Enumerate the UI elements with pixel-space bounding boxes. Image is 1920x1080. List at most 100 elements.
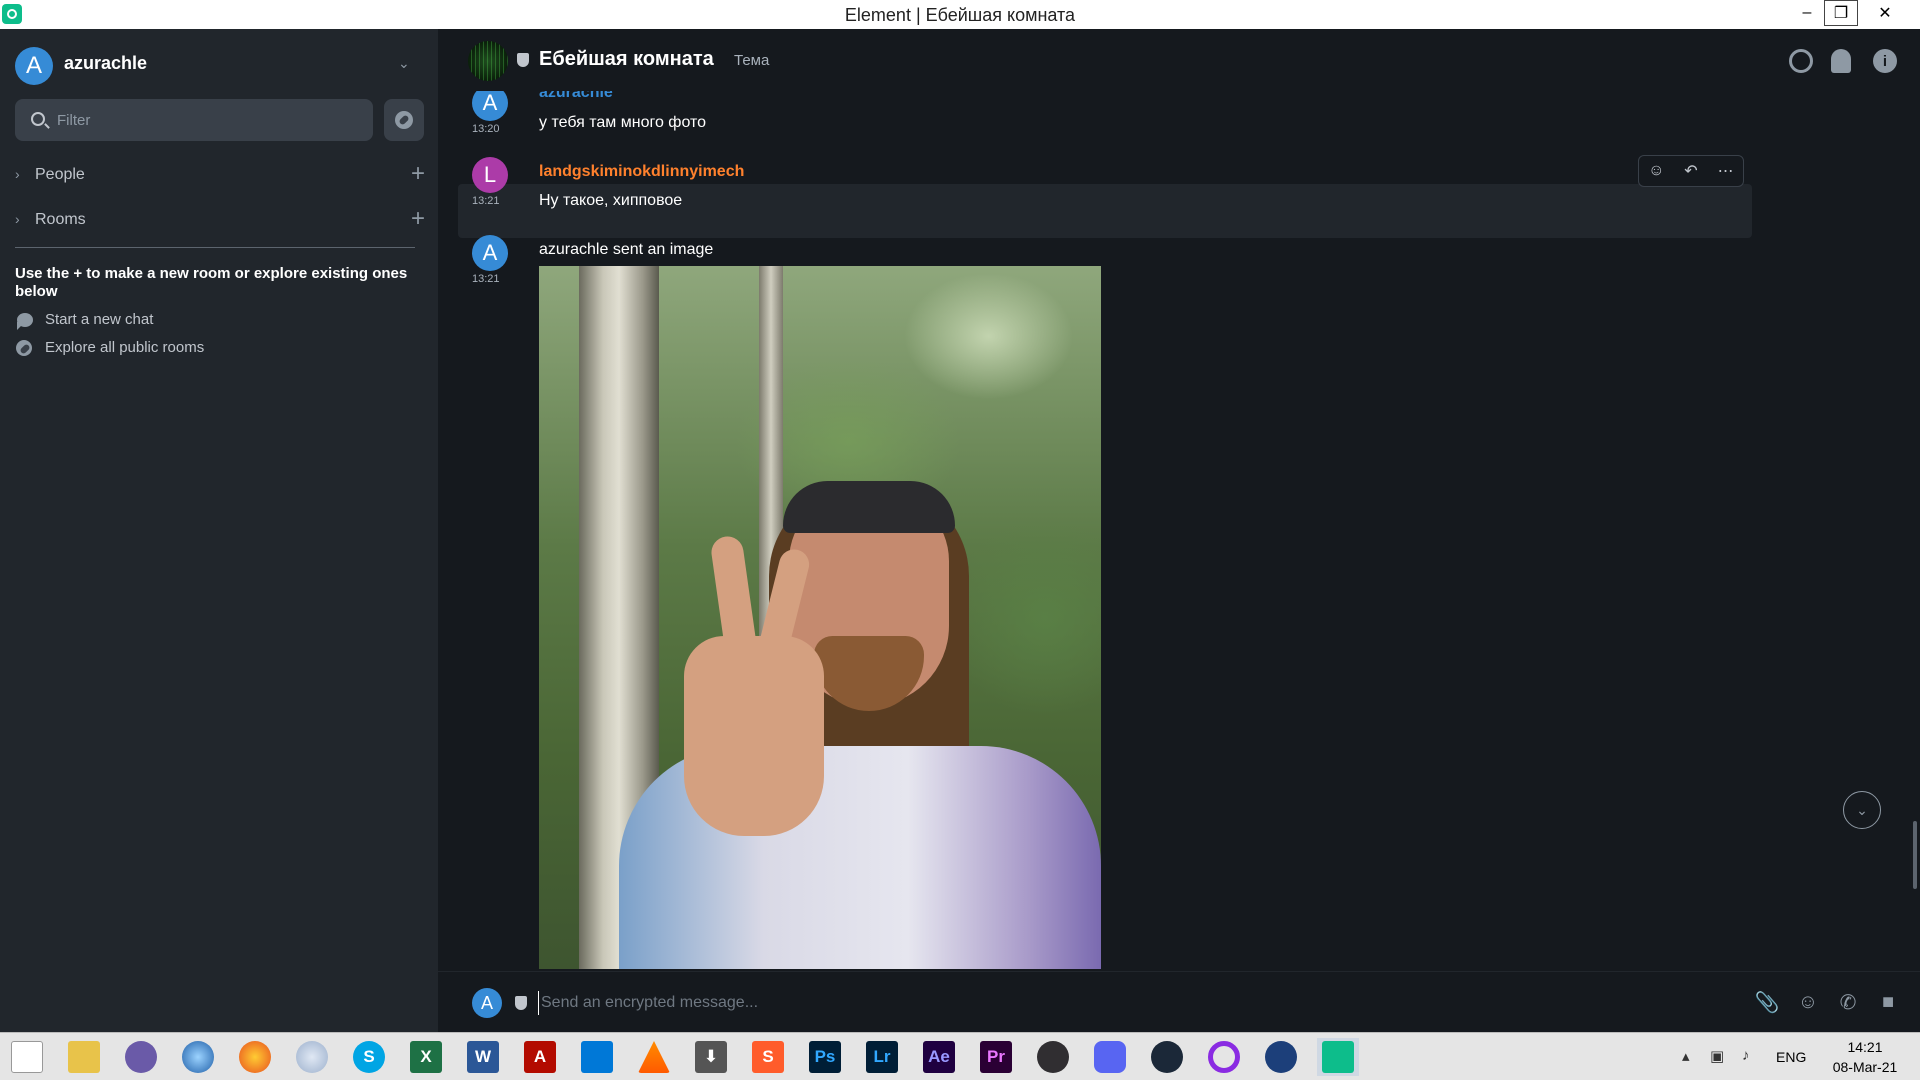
taskbar-app[interactable] (1317, 1038, 1359, 1076)
windows-taskbar: S X W A ⬇ S Ps Lr Ae Pr ▴ ▣ ♪ ENG 14:21 08-Mar-21 (0, 1032, 1920, 1080)
taskbar-app[interactable] (234, 1038, 276, 1076)
encryption-shield-icon (515, 996, 527, 1010)
user-name[interactable]: azurachle (64, 53, 147, 74)
download-icon: ⬇ (695, 1041, 727, 1073)
start-new-chat-link[interactable]: Start a new chat (15, 309, 415, 333)
chevron-right-icon[interactable]: › (15, 211, 20, 227)
sender-avatar[interactable]: A (472, 235, 508, 271)
windows-start-icon (11, 1041, 43, 1073)
sender-avatar[interactable]: L (472, 157, 508, 193)
start-new-chat-label[interactable]: Start a new chat (45, 311, 153, 328)
taskbar-app[interactable]: X (405, 1038, 447, 1076)
paperclip-icon[interactable]: 📎 (1755, 990, 1780, 1014)
taskbar-app[interactable] (633, 1038, 675, 1076)
section-people[interactable]: › People + (15, 160, 425, 190)
options-icon[interactable]: ⋯ (1708, 156, 1743, 186)
minimize-button[interactable]: – (1790, 0, 1824, 26)
taskbar-app[interactable]: Lr (861, 1038, 903, 1076)
lightroom-icon: Lr (866, 1041, 898, 1073)
react-icon[interactable]: ☺ (1639, 156, 1674, 186)
chevron-right-icon[interactable]: › (15, 166, 20, 182)
taskbar-app[interactable] (1260, 1038, 1302, 1076)
network-icon[interactable]: ▣ (1710, 1047, 1724, 1065)
explore-public-rooms-label[interactable]: Explore all public rooms (45, 339, 204, 356)
cortana-ring-icon (1208, 1041, 1240, 1073)
room-name[interactable]: Ебейшая комната (539, 48, 714, 71)
photo-hand (684, 636, 824, 836)
image-attachment[interactable] (539, 266, 1101, 969)
photoshop-icon: Ps (809, 1041, 841, 1073)
vpn-lock-icon (1265, 1041, 1297, 1073)
taskbar-app[interactable] (291, 1038, 333, 1076)
taskbar-app[interactable]: S (348, 1038, 390, 1076)
vlc-icon (638, 1041, 670, 1073)
compass-icon (16, 340, 32, 356)
voice-call-icon[interactable]: ✆ (1836, 990, 1860, 1014)
sender-name[interactable]: azurachle (539, 91, 613, 102)
message-timestamp[interactable]: 13:21 (472, 273, 500, 285)
tray-overflow-arrow-icon[interactable]: ▴ (1682, 1047, 1690, 1065)
jump-to-bottom-button[interactable]: ⌄ (1843, 791, 1881, 829)
taskbar-app[interactable] (1032, 1038, 1074, 1076)
excel-icon: X (410, 1041, 442, 1073)
compass-icon (395, 111, 413, 129)
message-body: у тебя там много фото (539, 114, 707, 131)
input-language[interactable]: ENG (1776, 1049, 1806, 1065)
info-icon[interactable]: i (1873, 49, 1897, 73)
user-avatar[interactable]: A (15, 47, 53, 85)
sender-name[interactable]: landgskiminokdlinnyimech (539, 163, 744, 181)
explore-public-rooms-link[interactable]: Explore all public rooms (15, 337, 415, 361)
taskbar-app[interactable] (576, 1038, 618, 1076)
message-timestamp[interactable]: 13:20 (472, 123, 500, 135)
timeline-scrollbar[interactable] (1913, 821, 1917, 889)
taskbar-app[interactable] (63, 1038, 105, 1076)
section-people-label[interactable]: People (35, 166, 85, 184)
bell-icon[interactable] (1831, 49, 1851, 73)
add-room-button[interactable]: + (411, 205, 425, 233)
message-timestamp[interactable]: 13:21 (472, 195, 500, 207)
taskbar-app[interactable]: Ps (804, 1038, 846, 1076)
word-icon: W (467, 1041, 499, 1073)
taskbar-app[interactable] (1089, 1038, 1131, 1076)
skype-icon: S (353, 1041, 385, 1073)
taskbar-app[interactable]: S (747, 1038, 789, 1076)
close-button[interactable]: ✕ (1868, 0, 1902, 26)
sender-avatar[interactable]: A (472, 91, 508, 121)
taskbar-app[interactable]: Ae (918, 1038, 960, 1076)
taskbar-app[interactable] (6, 1038, 48, 1076)
taskbar-app[interactable] (120, 1038, 162, 1076)
volume-icon[interactable]: ♪ (1742, 1047, 1750, 1064)
taskbar-app[interactable] (1146, 1038, 1188, 1076)
clock-date[interactable]: 08-Mar-21 (1822, 1059, 1908, 1075)
taskbar-app[interactable]: ⬇ (690, 1038, 732, 1076)
explore-rooms-button[interactable] (384, 99, 424, 141)
room-view: Ебейшая комната Тема i A azurachle 13:20… (438, 29, 1920, 1032)
taskbar-app[interactable]: W (462, 1038, 504, 1076)
reply-icon[interactable]: ↶ (1674, 156, 1709, 186)
room-avatar[interactable] (468, 41, 508, 81)
obs-icon (1037, 1041, 1069, 1073)
search-icon[interactable] (1789, 49, 1813, 73)
emoji-icon[interactable]: ☺ (1796, 990, 1820, 1014)
search-icon (31, 112, 45, 126)
message-input[interactable] (538, 991, 1438, 1015)
filter-input[interactable] (57, 110, 357, 130)
room-topic[interactable]: Тема (734, 52, 769, 69)
filter-box[interactable] (15, 99, 373, 141)
composer-avatar[interactable]: A (472, 988, 502, 1018)
element-icon (1322, 1041, 1354, 1073)
restore-button[interactable]: ❐ (1824, 0, 1858, 26)
empty-state-hint: Use the + to make a new room or explore … (15, 265, 408, 300)
section-rooms[interactable]: › Rooms + (15, 205, 425, 235)
section-rooms-label[interactable]: Rooms (35, 211, 86, 229)
taskbar-app[interactable] (177, 1038, 219, 1076)
video-call-icon[interactable]: ■ (1876, 990, 1900, 1014)
clock-time[interactable]: 14:21 (1830, 1039, 1900, 1055)
discord-icon (1094, 1041, 1126, 1073)
add-person-button[interactable]: + (411, 160, 425, 188)
taskbar-app[interactable]: A (519, 1038, 561, 1076)
user-menu-chevron-icon[interactable]: ⌄ (398, 55, 410, 72)
message-composer: A 📎 ☺ ✆ ■ (438, 971, 1920, 1032)
taskbar-app[interactable]: Pr (975, 1038, 1017, 1076)
taskbar-app[interactable] (1203, 1038, 1245, 1076)
